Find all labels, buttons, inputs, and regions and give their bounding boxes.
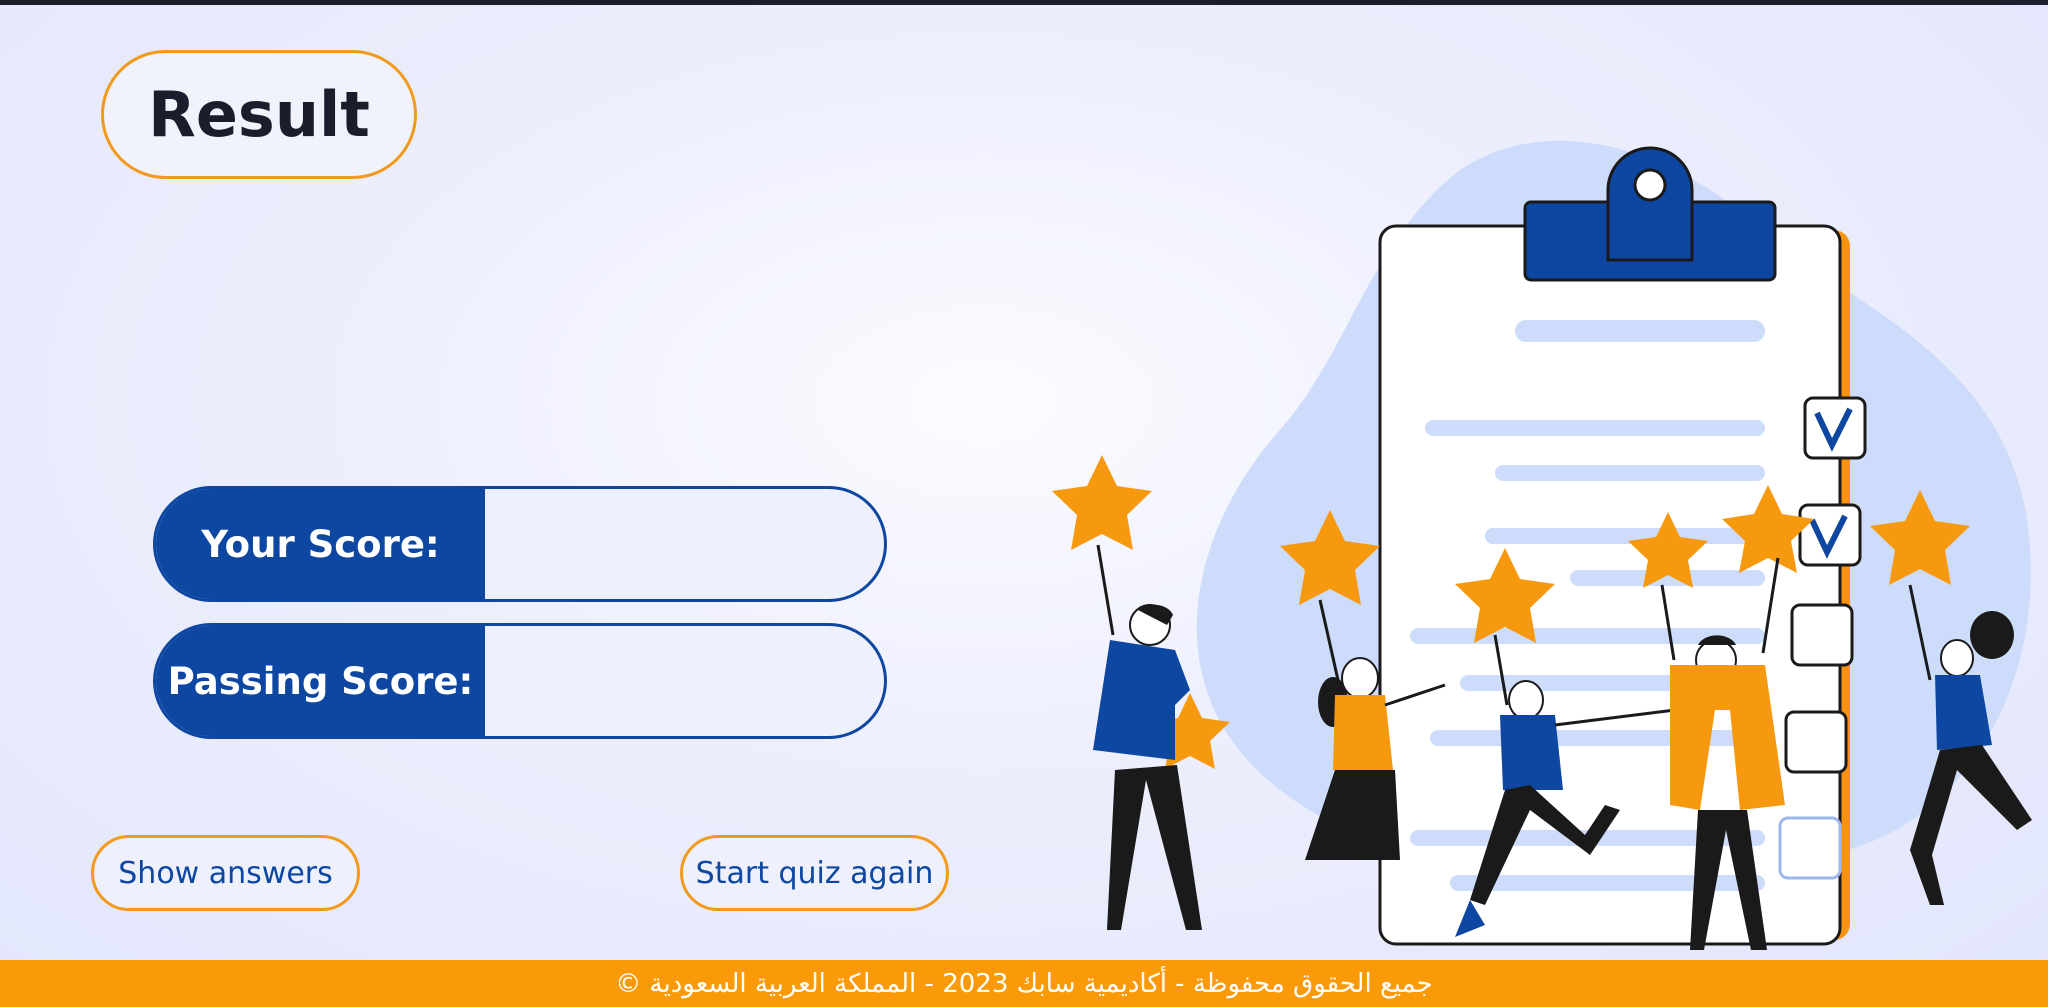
page-title: Result	[101, 50, 417, 179]
passing-score-label: Passing Score:	[156, 626, 485, 736]
clip-top	[1606, 146, 1694, 262]
your-score-field: Your Score:	[153, 486, 887, 602]
passing-score-value	[485, 626, 884, 736]
show-answers-button[interactable]: Show answers	[91, 835, 360, 911]
start-quiz-again-button[interactable]: Start quiz again	[680, 835, 949, 911]
clip-hole	[1633, 168, 1667, 202]
footer-copyright: جميع الحقوق محفوظة - أكاديمية سابك 2023 …	[0, 960, 2048, 1007]
celebration-illustration	[1052, 140, 2032, 950]
your-score-label: Your Score:	[156, 489, 485, 599]
passing-score-field: Passing Score:	[153, 623, 887, 739]
your-score-value	[485, 489, 884, 599]
top-edge-bar	[0, 0, 2048, 5]
